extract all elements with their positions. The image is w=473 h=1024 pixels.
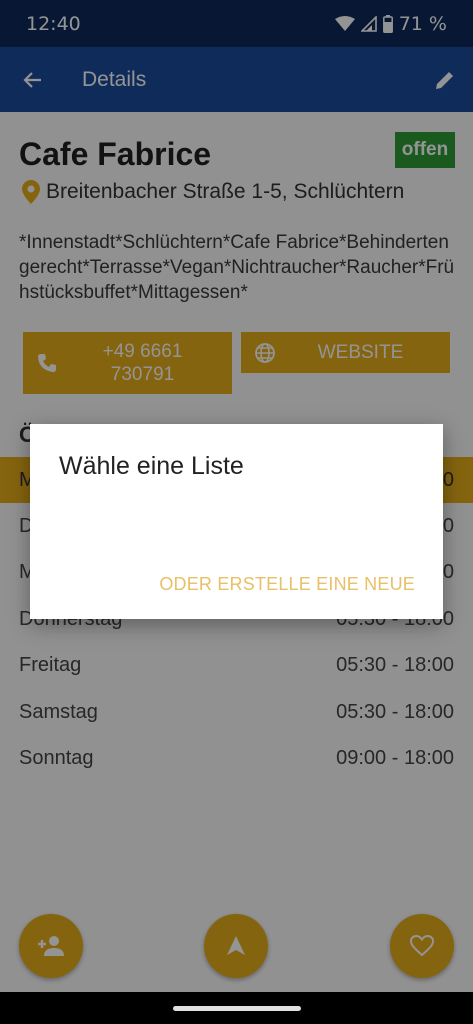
choose-list-dialog: Wähle eine Liste ODER ERSTELLE EINE NEUE	[30, 424, 443, 619]
home-gesture-handle[interactable]	[173, 1006, 301, 1011]
create-new-list-button[interactable]: ODER ERSTELLE EINE NEUE	[159, 574, 415, 595]
modal-scrim-top[interactable]	[0, 0, 473, 112]
dialog-title: Wähle eine Liste	[59, 452, 244, 480]
system-navigation-bar	[0, 992, 473, 1024]
